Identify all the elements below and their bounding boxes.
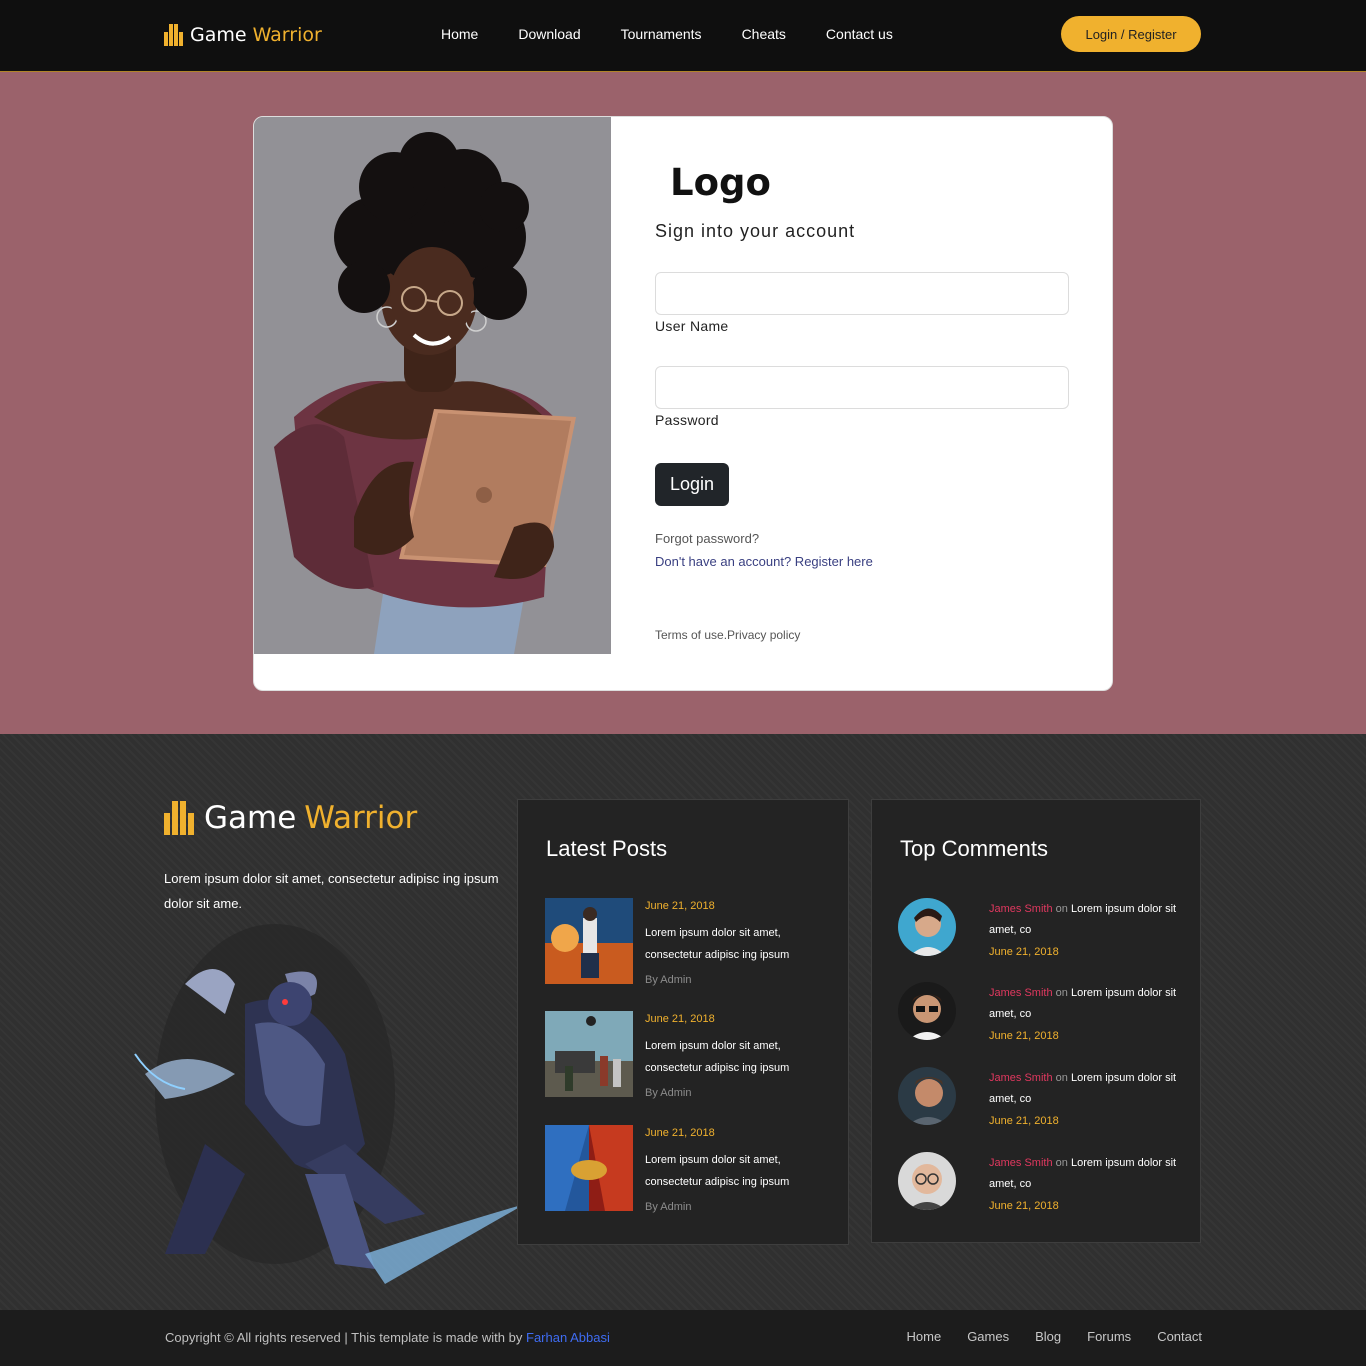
comment-date: June 21, 2018 [989, 1200, 1059, 1212]
form-subtitle: Sign into your account [655, 221, 856, 241]
main-nav: Home Download Tournaments Cheats Contact… [441, 26, 893, 42]
comment-date: June 21, 2018 [989, 946, 1059, 958]
login-register-button[interactable]: Login / Register [1061, 16, 1201, 52]
avatar [898, 1152, 956, 1210]
brand-word-1: Game [190, 24, 247, 46]
comment-item[interactable]: James Smith on Lorem ipsum dolor sit ame… [898, 1152, 1188, 1222]
avatar [898, 898, 956, 956]
comment-author[interactable]: James Smith [989, 1157, 1053, 1169]
post-author: By Admin [645, 1087, 692, 1099]
comment-date: June 21, 2018 [989, 1115, 1059, 1127]
top-comments-title: Top Comments [900, 836, 1048, 861]
terms-privacy-link[interactable]: Terms of use.Privacy policy [655, 628, 800, 642]
password-label: Password [655, 412, 719, 428]
footer-nav: Home Games Blog Forums Contact [907, 1329, 1203, 1344]
comment-item[interactable]: James Smith on Lorem ipsum dolor sit ame… [898, 898, 1188, 968]
username-label: User Name [655, 318, 729, 334]
comment-author[interactable]: James Smith [989, 987, 1053, 999]
login-card: Logo Sign into your account User Name Pa… [253, 116, 1113, 691]
copyright-bar: Copyright © All rights reserved | This t… [0, 1310, 1366, 1366]
nav-tournaments[interactable]: Tournaments [621, 26, 702, 42]
copyright-text: Copyright © All rights reserved | This t… [165, 1330, 610, 1345]
post-date: June 21, 2018 [645, 1127, 715, 1139]
password-input[interactable] [655, 366, 1069, 409]
brand-icon [164, 24, 184, 46]
top-navbar: Game Warrior Home Download Tournaments Ch… [0, 0, 1366, 72]
comment-date: June 21, 2018 [989, 1030, 1059, 1042]
brand-logo[interactable]: Game Warrior [164, 20, 322, 50]
login-submit-button[interactable]: Login [655, 463, 729, 506]
card-logo: Logo [670, 161, 771, 204]
avatar [898, 1067, 956, 1125]
top-comments-panel: Top Comments James Smith on Lorem ipsum … [871, 799, 1201, 1243]
comment-text: James Smith on Lorem ipsum dolor sit ame… [989, 987, 1177, 1020]
post-item[interactable]: June 21, 2018 Lorem ipsum dolor sit amet… [545, 1011, 835, 1101]
username-input[interactable] [655, 272, 1069, 315]
post-date: June 21, 2018 [645, 900, 715, 912]
warrior-character-illustration [125, 924, 535, 1314]
comment-author[interactable]: James Smith [989, 1072, 1053, 1084]
latest-posts-title: Latest Posts [546, 836, 668, 861]
footer-nav-blog[interactable]: Blog [1035, 1329, 1061, 1344]
woman-with-tablet-photo [254, 117, 611, 654]
latest-posts-panel: Latest Posts June 21, 2018 Lorem ipsum d… [517, 799, 849, 1245]
post-thumbnail [545, 1011, 633, 1097]
footer-nav-home[interactable]: Home [907, 1329, 942, 1344]
comment-author[interactable]: James Smith [989, 903, 1053, 915]
comment-item[interactable]: James Smith on Lorem ipsum dolor sit ame… [898, 982, 1188, 1052]
footer-brand-word-1: Game [204, 800, 297, 836]
footer-description: Lorem ipsum dolor sit amet, consectetur … [164, 871, 499, 911]
post-item[interactable]: June 21, 2018 Lorem ipsum dolor sit amet… [545, 898, 835, 988]
forgot-password-link[interactable]: Forgot password? [655, 531, 759, 546]
post-excerpt: Lorem ipsum dolor sit amet, consectetur … [645, 927, 790, 961]
post-excerpt: Lorem ipsum dolor sit amet, consectetur … [645, 1040, 790, 1074]
nav-home[interactable]: Home [441, 26, 478, 42]
footer-section: Game Warrior Lorem ipsum dolor sit amet, … [0, 734, 1366, 1310]
comment-text: James Smith on Lorem ipsum dolor sit ame… [989, 903, 1177, 936]
post-item[interactable]: June 21, 2018 Lorem ipsum dolor sit amet… [545, 1125, 835, 1215]
post-date: June 21, 2018 [645, 1013, 715, 1025]
brand-word-2: Warrior [252, 24, 322, 46]
comment-item[interactable]: James Smith on Lorem ipsum dolor sit ame… [898, 1067, 1188, 1137]
footer-nav-contact[interactable]: Contact [1157, 1329, 1202, 1344]
nav-download[interactable]: Download [518, 26, 580, 42]
nav-cheats[interactable]: Cheats [742, 26, 786, 42]
comment-text: James Smith on Lorem ipsum dolor sit ame… [989, 1157, 1177, 1190]
footer-nav-forums[interactable]: Forums [1087, 1329, 1131, 1344]
post-excerpt: Lorem ipsum dolor sit amet, consectetur … [645, 1154, 790, 1188]
footer-brand-icon [164, 801, 194, 835]
avatar [898, 982, 956, 1040]
register-link[interactable]: Don't have an account? Register here [655, 554, 873, 569]
footer-brand-word-2: Warrior [304, 800, 418, 836]
nav-contact-us[interactable]: Contact us [826, 26, 893, 42]
footer-nav-games[interactable]: Games [967, 1329, 1009, 1344]
post-author: By Admin [645, 974, 692, 986]
comment-text: James Smith on Lorem ipsum dolor sit ame… [989, 1072, 1177, 1105]
author-link[interactable]: Farhan Abbasi [526, 1330, 610, 1345]
post-thumbnail [545, 1125, 633, 1211]
footer-brand-logo: Game Warrior [164, 800, 417, 836]
post-author: By Admin [645, 1201, 692, 1213]
post-thumbnail [545, 898, 633, 984]
